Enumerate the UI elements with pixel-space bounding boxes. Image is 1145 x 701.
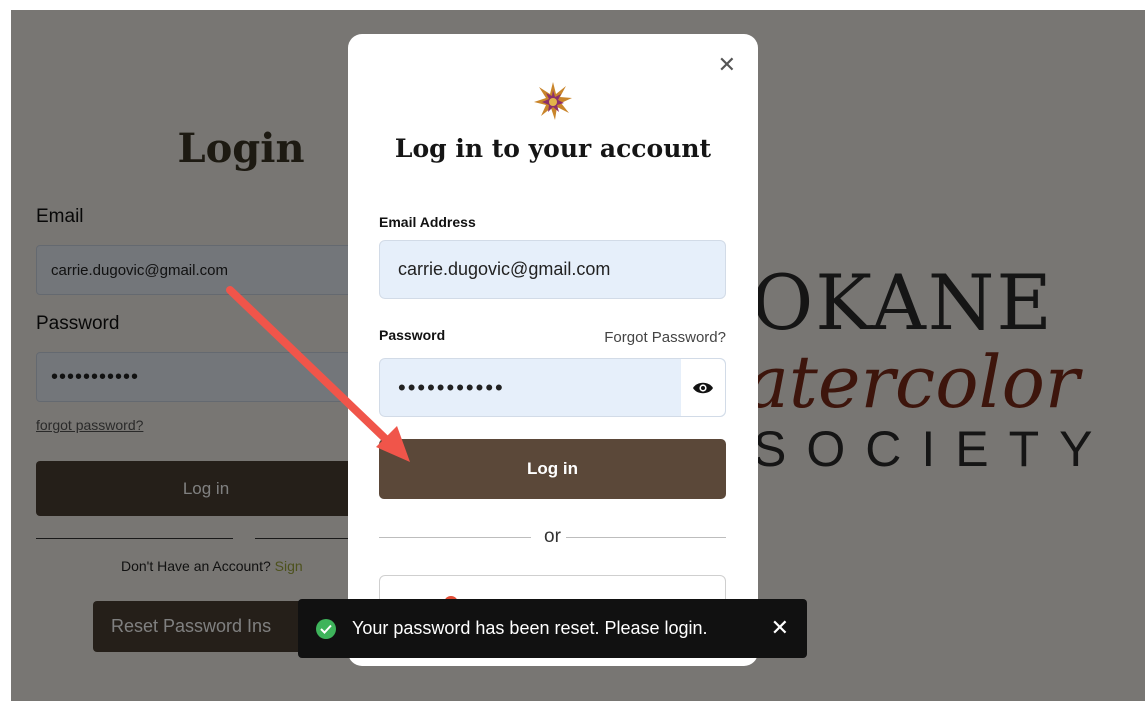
- password-input[interactable]: •••••••••••: [379, 358, 726, 417]
- toast-message: Your password has been reset. Please log…: [352, 618, 708, 638]
- email-address-label: Email Address: [379, 214, 476, 230]
- password-label: Password: [379, 327, 446, 343]
- or-text: or: [544, 526, 561, 547]
- brand-logo-icon: [534, 82, 572, 120]
- check-circle-icon: [316, 618, 336, 639]
- toast-close-icon[interactable]: ✕: [771, 615, 789, 641]
- or-divider: or: [379, 526, 726, 550]
- show-password-button[interactable]: [681, 359, 725, 416]
- email-address-input[interactable]: carrie.dugovic@gmail.com: [379, 240, 726, 299]
- checkmark-icon: [320, 624, 332, 634]
- success-toast: Your password has been reset. Please log…: [298, 599, 807, 658]
- login-button[interactable]: Log in: [379, 439, 726, 499]
- close-icon[interactable]: ✕: [718, 52, 736, 78]
- password-value: •••••••••••: [398, 374, 505, 400]
- login-modal: ✕ Log in to your account Email Address c…: [348, 34, 758, 666]
- forgot-password-link[interactable]: Forgot Password?: [604, 329, 726, 346]
- eye-icon: [693, 382, 713, 393]
- modal-title: Log in to your account: [394, 134, 712, 163]
